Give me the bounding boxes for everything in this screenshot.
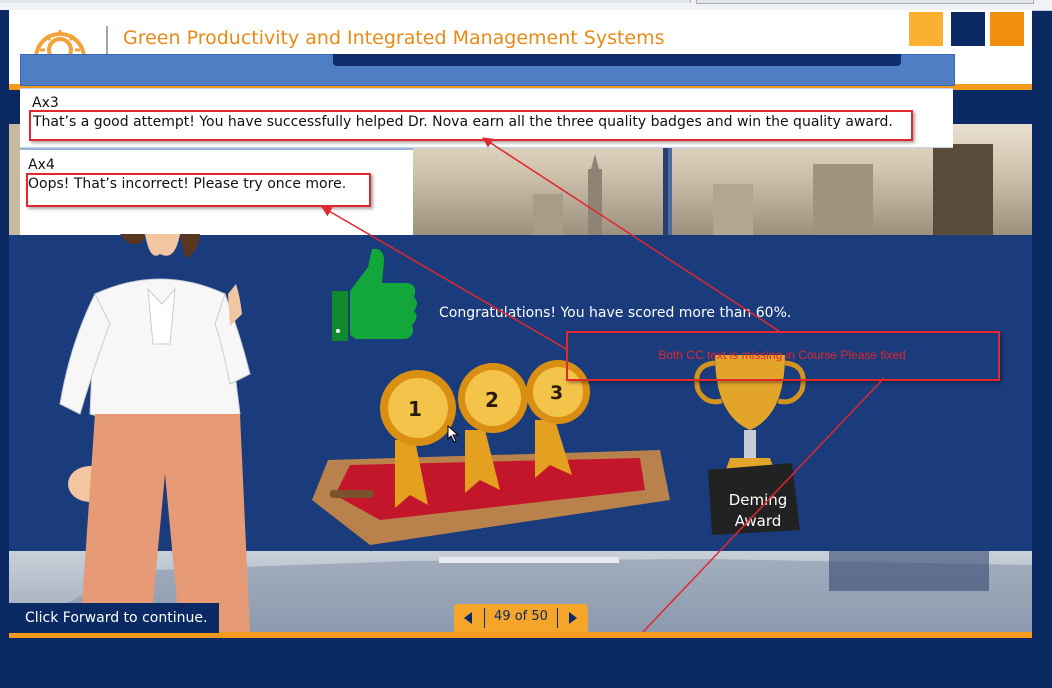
chevron-right-icon[interactable]: [564, 609, 582, 627]
page-indicator: 49 of 50: [494, 609, 548, 624]
footer-instruction: Click Forward to continue.: [9, 603, 219, 633]
chevron-left-icon[interactable]: [460, 609, 478, 627]
mouse-cursor-icon: [447, 425, 459, 443]
footer-navy-band: [0, 638, 1052, 688]
instruction-text: Click Forward to continue.: [25, 610, 208, 626]
page-navigator: 49 of 50: [454, 604, 588, 632]
pager-separator: [484, 608, 485, 628]
annotation-arrows: [321, 137, 885, 653]
pager-separator: [557, 608, 558, 628]
